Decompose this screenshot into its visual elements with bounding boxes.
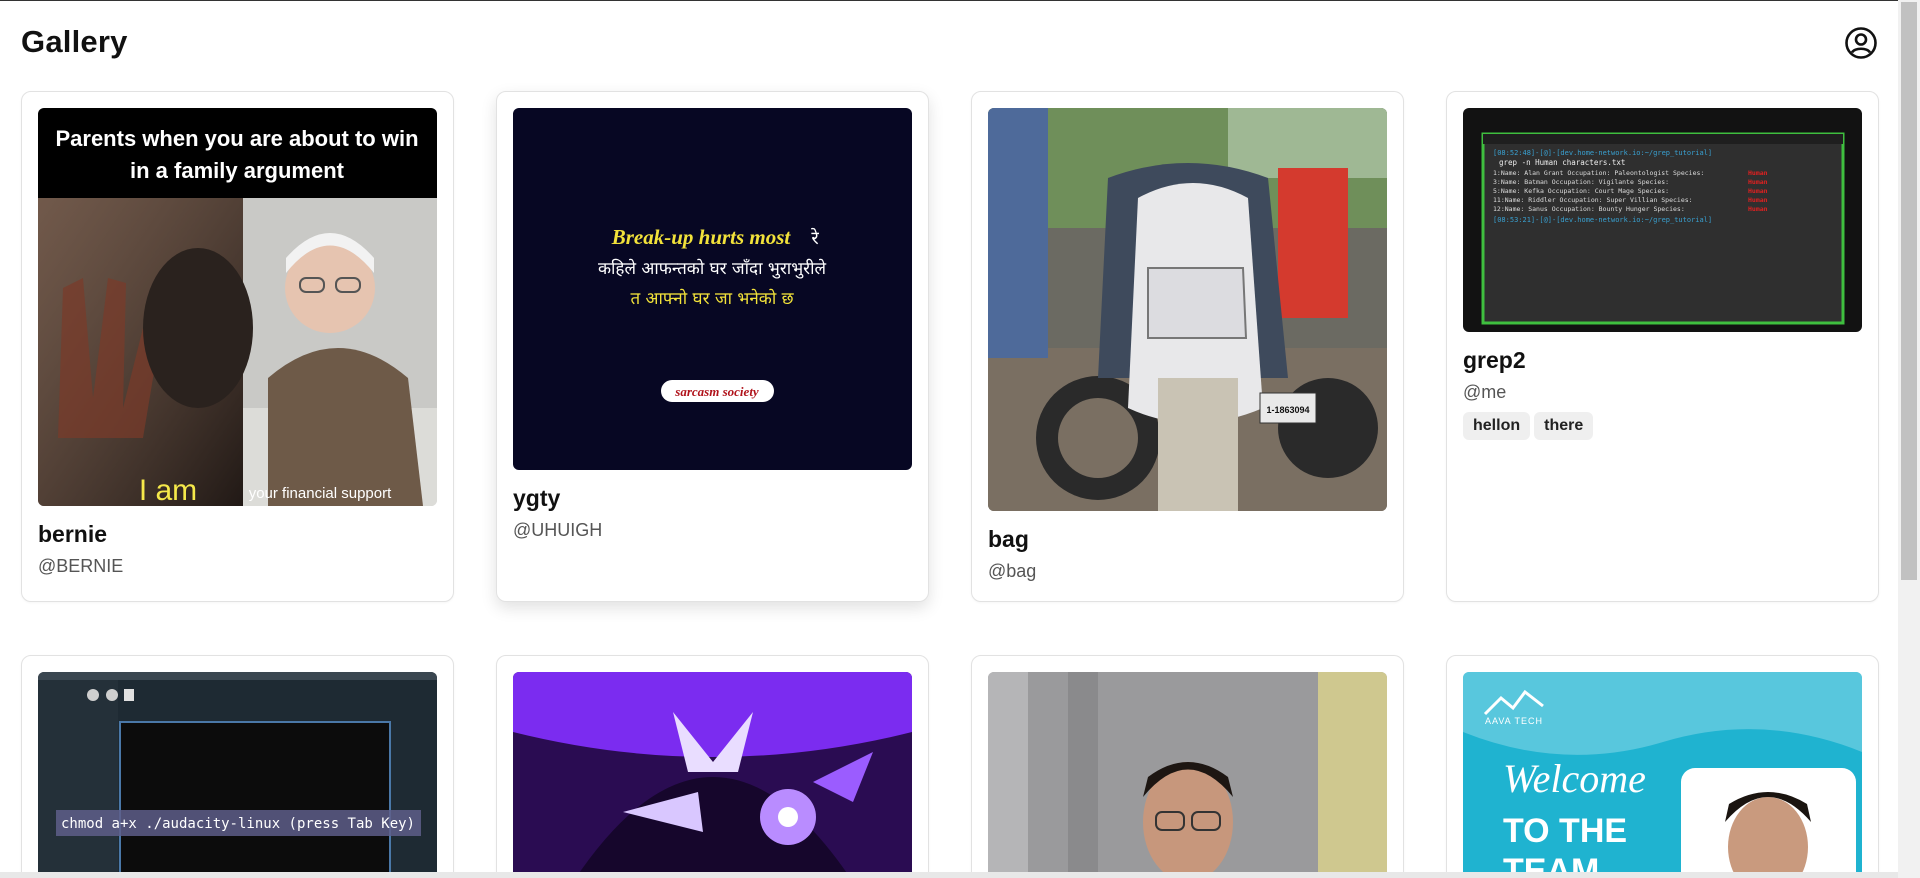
tag-chip[interactable]: there xyxy=(1534,412,1594,440)
terminal-species: Human xyxy=(1748,169,1768,177)
terminal-row: 11:Name: Riddler Occupation: Super Villi… xyxy=(1493,196,1693,204)
card-image[interactable]: Break-up hurts most रे कहिले आफन्तको घर … xyxy=(513,108,912,470)
gallery-card[interactable]: AAVA TECH Welcome TO THE TEAM xyxy=(1446,655,1879,878)
card-title: ygty xyxy=(513,485,561,511)
terminal-command: grep -n Human characters.txt xyxy=(1499,158,1625,167)
gallery-card[interactable]: 1-1863094 bag @bag xyxy=(971,91,1404,602)
card-image[interactable]: AAVA TECH Welcome TO THE TEAM xyxy=(1463,672,1862,878)
terminal-species: Human xyxy=(1748,205,1768,213)
tag-list: hellon there xyxy=(1463,412,1862,440)
meme-top-text: Parents when you are about to win xyxy=(55,126,418,151)
card-image[interactable]: Parents when you are about to win in a f… xyxy=(38,108,437,506)
terminal-row: 5:Name: Kefka Occupation: Court Mage Spe… xyxy=(1493,187,1669,195)
terminal-prompt-1: [08:52:48]-[@]-[dev.home-network.io:~/gr… xyxy=(1493,149,1712,157)
card-title: bernie xyxy=(38,521,108,547)
card-username: @bag xyxy=(988,561,1037,581)
scrollbar-thumb[interactable] xyxy=(1901,2,1917,580)
terminal-row: 3:Name: Batman Occupation: Vigilante Spe… xyxy=(1493,178,1669,186)
meme-top-text-2: in a family argument xyxy=(130,158,345,183)
tag-chip[interactable]: hellon xyxy=(1463,412,1531,440)
gallery-card[interactable] xyxy=(971,655,1404,878)
meme-bottom-left: I am xyxy=(139,474,197,506)
welcome-text: Welcome xyxy=(1503,756,1646,801)
vertical-scrollbar[interactable] xyxy=(1898,0,1920,878)
card-image[interactable] xyxy=(513,672,912,878)
header: Gallery xyxy=(0,0,1898,86)
gallery-card[interactable]: chmod a+x ./audacity-linux (press Tab Ke… xyxy=(21,655,454,878)
card-username: @BERNIE xyxy=(38,556,124,576)
meme-bottom-right: your financial support xyxy=(249,485,392,502)
card-username: @UHUIGH xyxy=(513,520,603,540)
card-image[interactable]: chmod a+x ./audacity-linux (press Tab Ke… xyxy=(38,672,437,878)
gallery-card[interactable]: [08:52:48]-[@]-[dev.home-network.io:~/gr… xyxy=(1446,91,1879,602)
brand-text: AAVA TECH xyxy=(1485,716,1543,726)
card-username: @me xyxy=(1463,382,1507,402)
user-circle-icon[interactable] xyxy=(1844,26,1878,60)
plate-text: 1-1863094 xyxy=(1266,405,1309,415)
terminal-prompt-2: [08:53:21]-[@]-[dev.home-network.io:~/gr… xyxy=(1493,216,1712,224)
page-title: Gallery xyxy=(21,24,128,59)
meme-line-3: त आफ्नो घर जा भनेको छ xyxy=(630,288,794,309)
card-title: bag xyxy=(988,526,1029,552)
terminal-row: 1:Name: Alan Grant Occupation: Paleontol… xyxy=(1493,169,1704,177)
meme-line-1: Break-up hurts most xyxy=(611,225,792,249)
terminal-species: Human xyxy=(1748,187,1768,195)
card-image[interactable]: 1-1863094 xyxy=(988,108,1387,511)
gallery-card[interactable]: Parents when you are about to win in a f… xyxy=(21,91,454,602)
terminal-row: 12:Name: Sanus Occupation: Bounty Hunger… xyxy=(1493,205,1685,213)
meme-badge: sarcasm society xyxy=(674,384,759,399)
gallery-card[interactable] xyxy=(496,655,929,878)
terminal-species: Human xyxy=(1748,178,1768,186)
to-the-text: TO THE xyxy=(1503,812,1627,850)
card-image[interactable] xyxy=(988,672,1387,878)
card-title: grep2 xyxy=(1463,347,1526,373)
card-image[interactable]: [08:52:48]-[@]-[dev.home-network.io:~/gr… xyxy=(1463,108,1862,332)
terminal-species: Human xyxy=(1748,196,1768,204)
overlay-command: chmod a+x ./audacity-linux (press Tab Ke… xyxy=(61,816,415,832)
gallery-card[interactable]: Break-up hurts most रे कहिले आफन्तको घर … xyxy=(496,91,929,602)
meme-line-1b: रे xyxy=(810,227,819,249)
horizontal-scrollbar[interactable] xyxy=(0,872,1898,878)
meme-line-2: कहिले आफन्तको घर जाँदा भुराभुरीले xyxy=(598,258,827,279)
